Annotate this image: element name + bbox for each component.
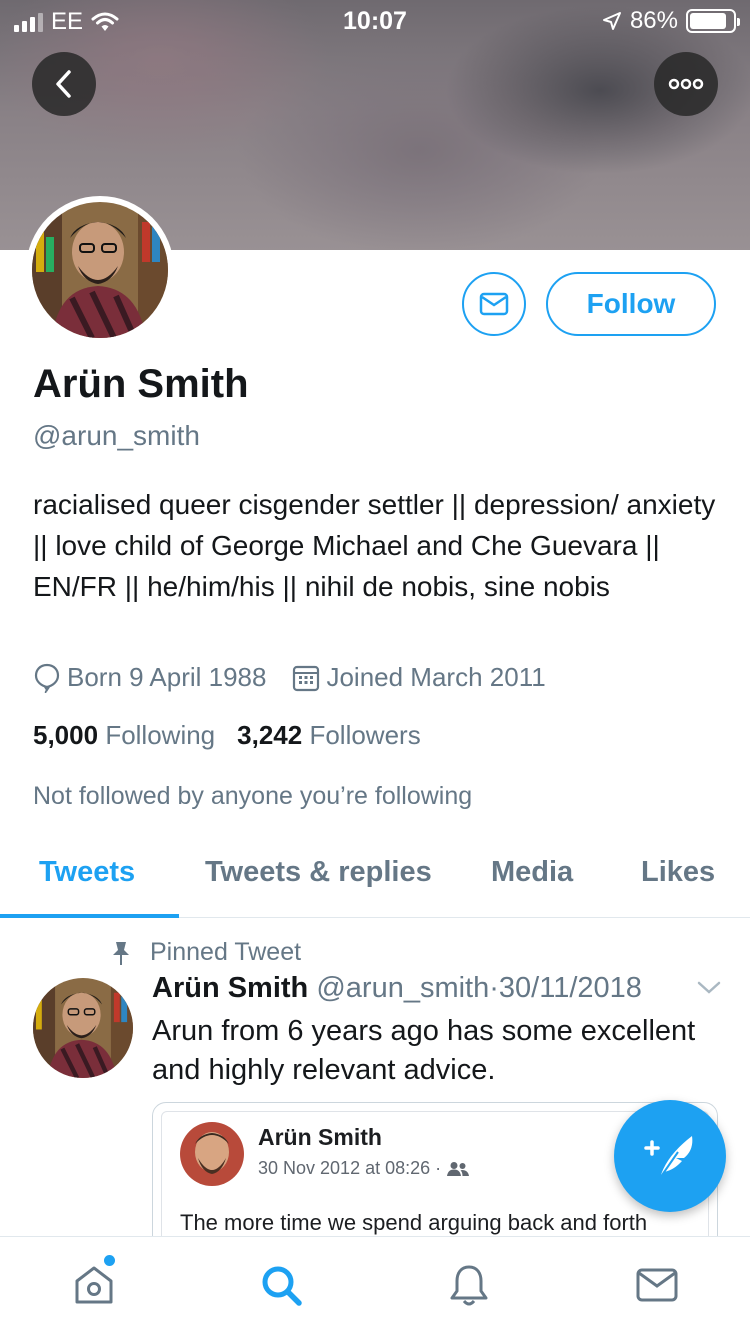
- profile-meta: Born 9 April 1988 Joined March 2011: [33, 662, 572, 693]
- tab-likes[interactable]: Likes: [641, 856, 715, 889]
- pinned-indicator: Pinned Tweet: [110, 938, 301, 967]
- nav-notifications[interactable]: [447, 1263, 491, 1307]
- tweet-handle[interactable]: @arun_smith: [316, 972, 489, 1004]
- avatar-image: [32, 202, 168, 338]
- follow-button[interactable]: Follow: [546, 272, 716, 336]
- tweet-author[interactable]: Arün Smith: [152, 972, 308, 1004]
- nav-messages[interactable]: [635, 1263, 679, 1307]
- mutual-followers-note: Not followed by anyone you’re following: [33, 782, 473, 810]
- compose-tweet-icon: [644, 1136, 693, 1179]
- embedded-text: The more time we spend arguing back and …: [180, 1210, 648, 1235]
- following-count: 5,000: [33, 720, 99, 750]
- more-options-button[interactable]: [654, 52, 718, 116]
- profile-handle: @arun_smith: [33, 420, 200, 451]
- home-icon: [75, 1266, 113, 1304]
- follow-counts: 5,000 Following 3,242 Followers: [33, 720, 421, 751]
- bottom-nav: [0, 1236, 750, 1334]
- profile-bio: racialised queer cisgender settler || de…: [33, 489, 716, 602]
- tweet-separator: ·: [489, 972, 499, 1004]
- following-link[interactable]: 5,000 Following: [33, 720, 215, 751]
- tweet-header: Arün Smith @arun_smith·30/11/2018: [152, 972, 642, 1005]
- born-label: Born 9 April 1988: [67, 662, 267, 692]
- calendar-icon: [293, 665, 320, 691]
- tab-media[interactable]: Media: [491, 856, 573, 889]
- mail-icon: [636, 1268, 678, 1302]
- pinned-label: Pinned Tweet: [150, 938, 302, 966]
- message-button[interactable]: [462, 272, 526, 336]
- joined-label: Joined March 2011: [326, 662, 546, 692]
- nav-home[interactable]: [72, 1263, 116, 1307]
- status-bar: EE 10:07 86%: [0, 0, 750, 40]
- battery-icon: [686, 9, 740, 33]
- followers-count: 3,242: [237, 720, 303, 750]
- envelope-icon: [479, 292, 509, 316]
- compose-tweet-button[interactable]: [614, 1100, 726, 1212]
- embedded-avatar: [180, 1122, 244, 1186]
- embedded-date: 30 Nov 2012 at 08:26 ·: [258, 1158, 442, 1178]
- profile-avatar[interactable]: [26, 196, 174, 344]
- chevron-left-icon: [56, 70, 71, 98]
- home-notification-dot: [104, 1255, 115, 1266]
- followers-link[interactable]: 3,242 Followers: [237, 720, 421, 751]
- embedded-date-row: 30 Nov 2012 at 08:26 ·: [258, 1158, 470, 1179]
- embedded-author: Arün Smith: [258, 1124, 382, 1150]
- battery-percent: 86%: [629, 7, 678, 34]
- tweet-menu-button[interactable]: [696, 980, 722, 1001]
- tweet-date: 30/11/2018: [498, 972, 642, 1004]
- profile-name: Arün Smith: [33, 362, 249, 406]
- location-icon: [602, 12, 621, 30]
- chevron-down-icon: [697, 981, 721, 994]
- pin-icon: [113, 941, 129, 965]
- joined-info: Joined March 2011: [292, 662, 546, 693]
- bell-icon: [450, 1265, 488, 1306]
- friends-icon: [447, 1161, 470, 1176]
- following-label: Following: [105, 720, 216, 750]
- profile-tabs: Tweets Tweets & replies Media Likes: [0, 836, 750, 918]
- followers-label: Followers: [309, 720, 421, 750]
- status-right: 86%: [602, 7, 740, 35]
- more-icon: [668, 78, 704, 90]
- search-icon: [262, 1266, 302, 1306]
- tab-tweets-replies[interactable]: Tweets & replies: [205, 856, 432, 889]
- nav-search[interactable]: [259, 1263, 303, 1307]
- born-info: Born 9 April 1988: [33, 662, 266, 693]
- tweet-avatar[interactable]: [33, 978, 133, 1078]
- active-tab-indicator: [0, 914, 179, 918]
- tab-tweets[interactable]: Tweets: [39, 856, 135, 889]
- back-button[interactable]: [32, 52, 96, 116]
- tweet-text: Arun from 6 years ago has some excellent…: [152, 1015, 696, 1086]
- balloon-icon: [34, 663, 60, 693]
